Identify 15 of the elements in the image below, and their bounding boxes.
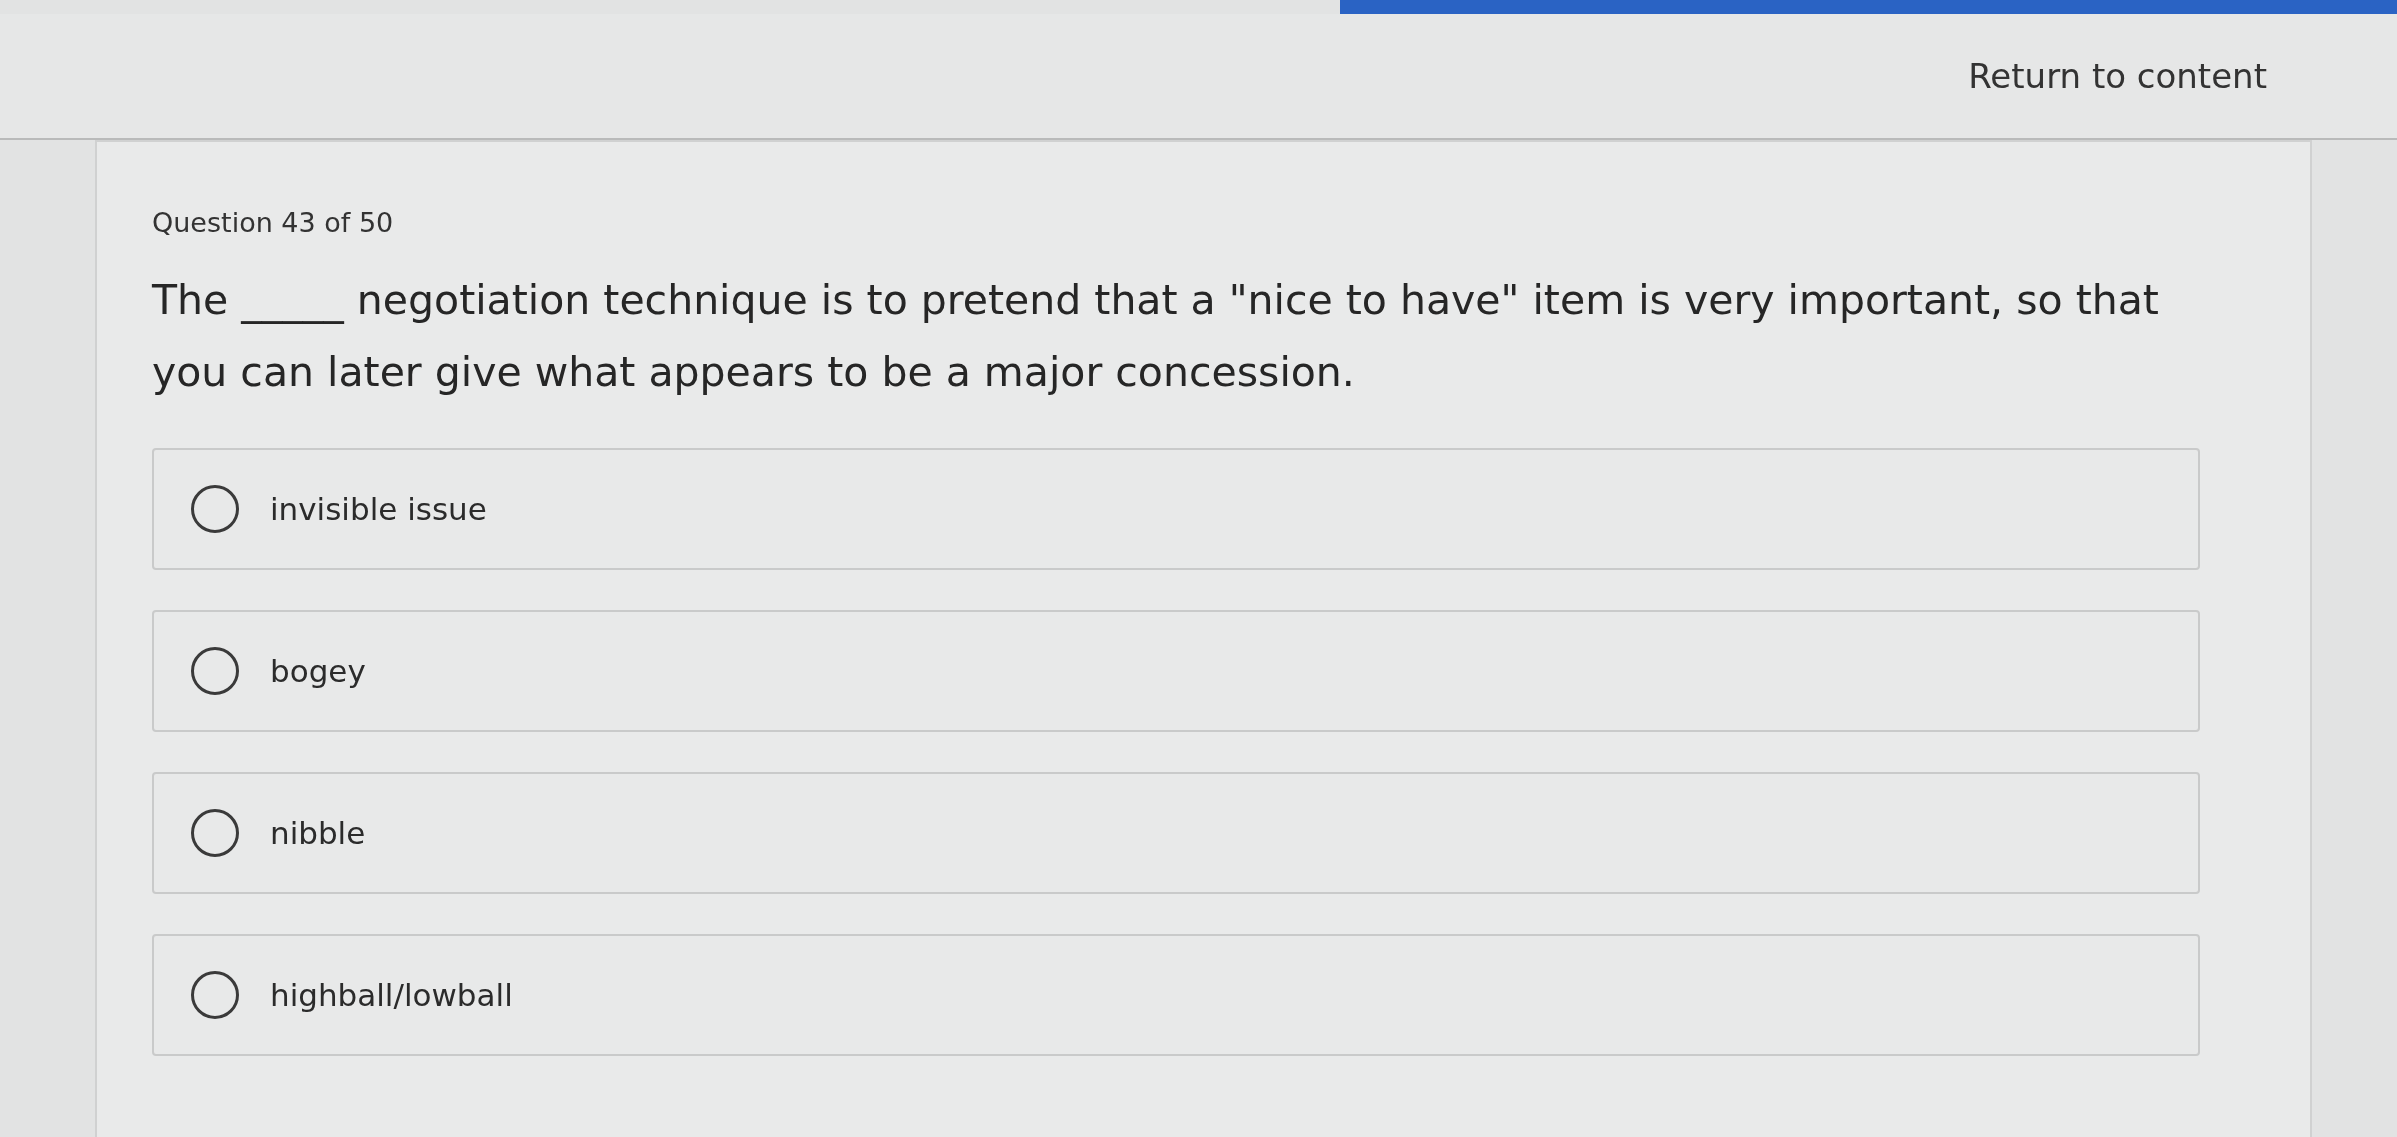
radio-button[interactable] xyxy=(190,808,240,858)
return-to-content-link[interactable]: Return to content xyxy=(1968,56,2267,96)
option-label: bogey xyxy=(270,653,366,689)
answer-option[interactable]: highball/lowball xyxy=(152,934,2200,1056)
answer-option[interactable]: invisible issue xyxy=(152,448,2200,570)
answer-option[interactable]: nibble xyxy=(152,772,2200,894)
option-label: nibble xyxy=(270,815,366,851)
question-text: The _____ negotiation technique is to pretend that a "nice to have" item is very important, so that you can later give what appears to be a major concession. xyxy=(152,275,2160,398)
option-label: highball/lowball xyxy=(270,977,513,1013)
question-counter: Question 43 of 50 xyxy=(152,207,395,238)
radio-button[interactable] xyxy=(190,646,240,696)
answer-option[interactable]: bogey xyxy=(152,610,2200,732)
radio-button[interactable] xyxy=(190,484,240,534)
option-label: invisible issue xyxy=(270,491,487,527)
radio-button[interactable] xyxy=(190,970,240,1020)
